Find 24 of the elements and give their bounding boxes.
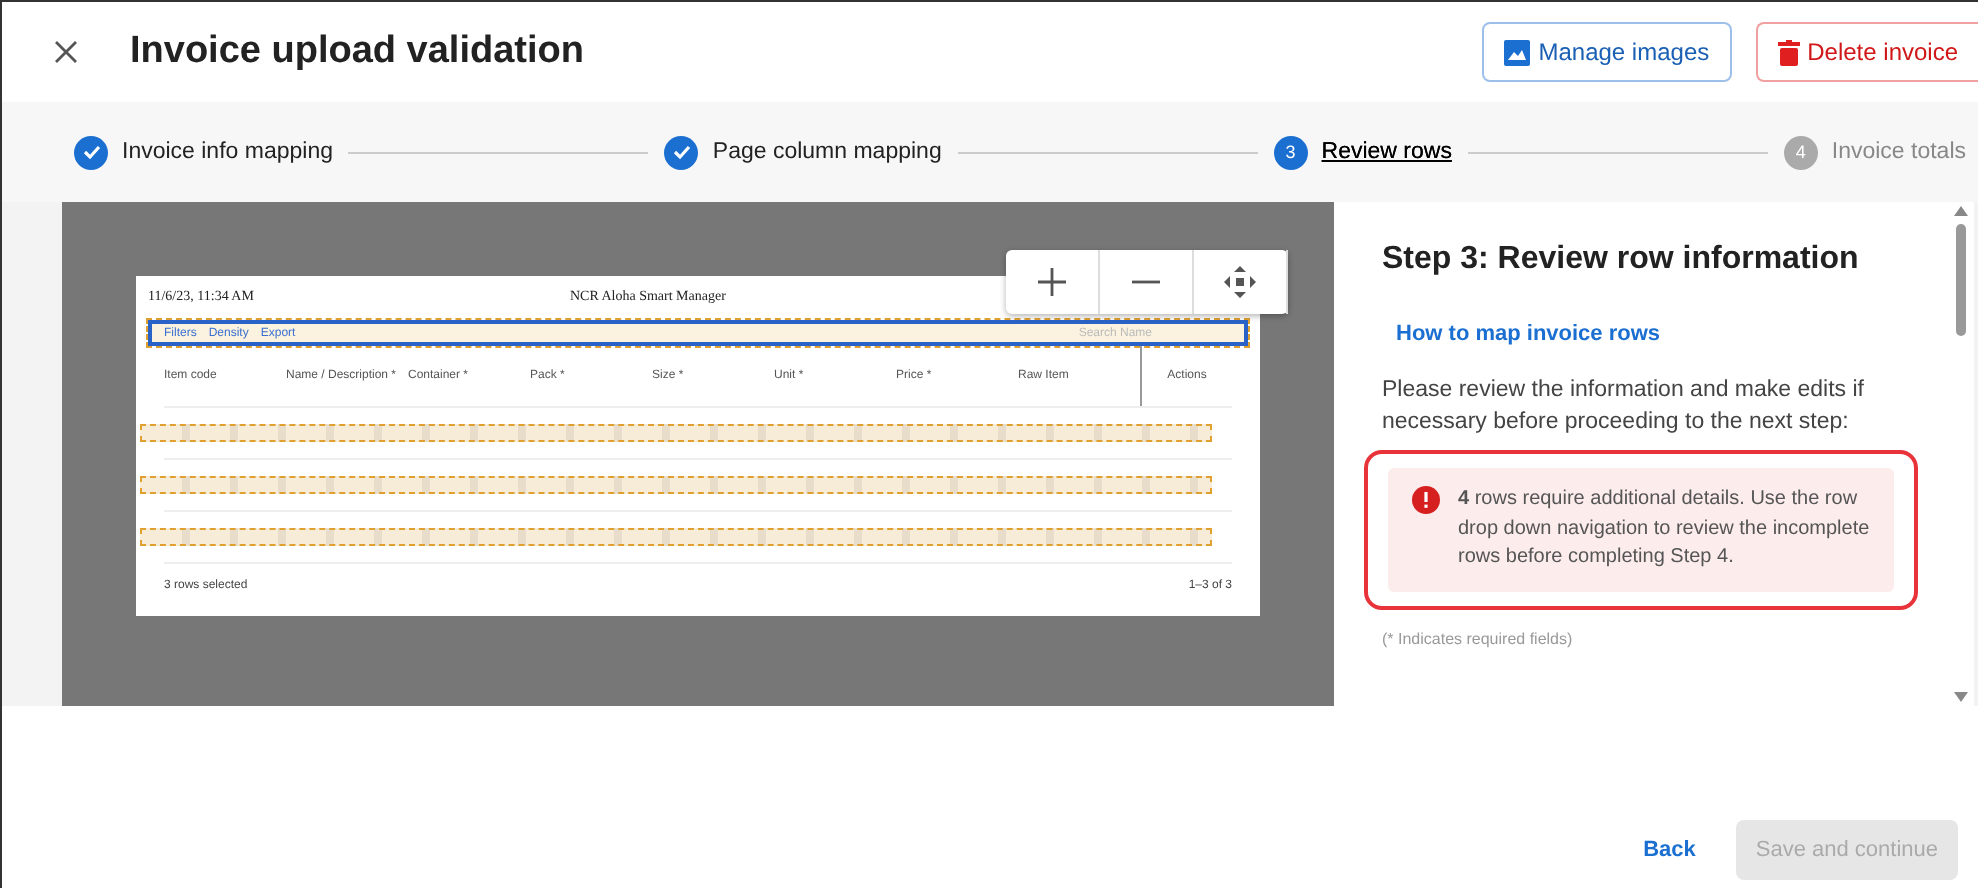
step-label[interactable]: Page column mapping bbox=[712, 140, 942, 164]
step-label[interactable]: Invoice totals bbox=[1831, 140, 1966, 164]
trash-icon bbox=[1777, 39, 1800, 65]
step-number: 4 bbox=[1783, 135, 1818, 169]
alert-text: 4 rows require additional details. Use the row drop down navigation to review the incomplete rows before completing Step 4. bbox=[1458, 486, 1870, 573]
help-link[interactable]: How to map invoice rows bbox=[1396, 322, 1902, 346]
image-icon bbox=[1504, 39, 1531, 65]
required-note: (* Indicates required fields) bbox=[1382, 629, 1575, 648]
back-link[interactable]: Back bbox=[1643, 838, 1696, 862]
minus-icon bbox=[1132, 280, 1160, 284]
scroll-up-icon[interactable] bbox=[1953, 206, 1967, 216]
step-heading: Step 3: Review row information bbox=[1382, 242, 1861, 278]
instructions-text: Please review the information and make edits if necessary before proceeding to the next step: bbox=[1382, 376, 1866, 439]
scroll-down-icon[interactable] bbox=[1953, 692, 1967, 702]
move-icon bbox=[1222, 264, 1258, 300]
close-icon[interactable] bbox=[54, 40, 78, 64]
plus-icon bbox=[1038, 268, 1066, 296]
step-number: 3 bbox=[1273, 135, 1308, 169]
delete-button[interactable]: Delete invoice bbox=[1755, 22, 1978, 82]
step-label[interactable]: Invoice info mapping bbox=[122, 140, 333, 164]
error-icon bbox=[1412, 486, 1440, 515]
manage-button[interactable]: Manage images bbox=[1482, 22, 1732, 82]
page-title: Invoice upload validation bbox=[130, 30, 586, 74]
step-label[interactable]: Review rows bbox=[1321, 140, 1452, 164]
